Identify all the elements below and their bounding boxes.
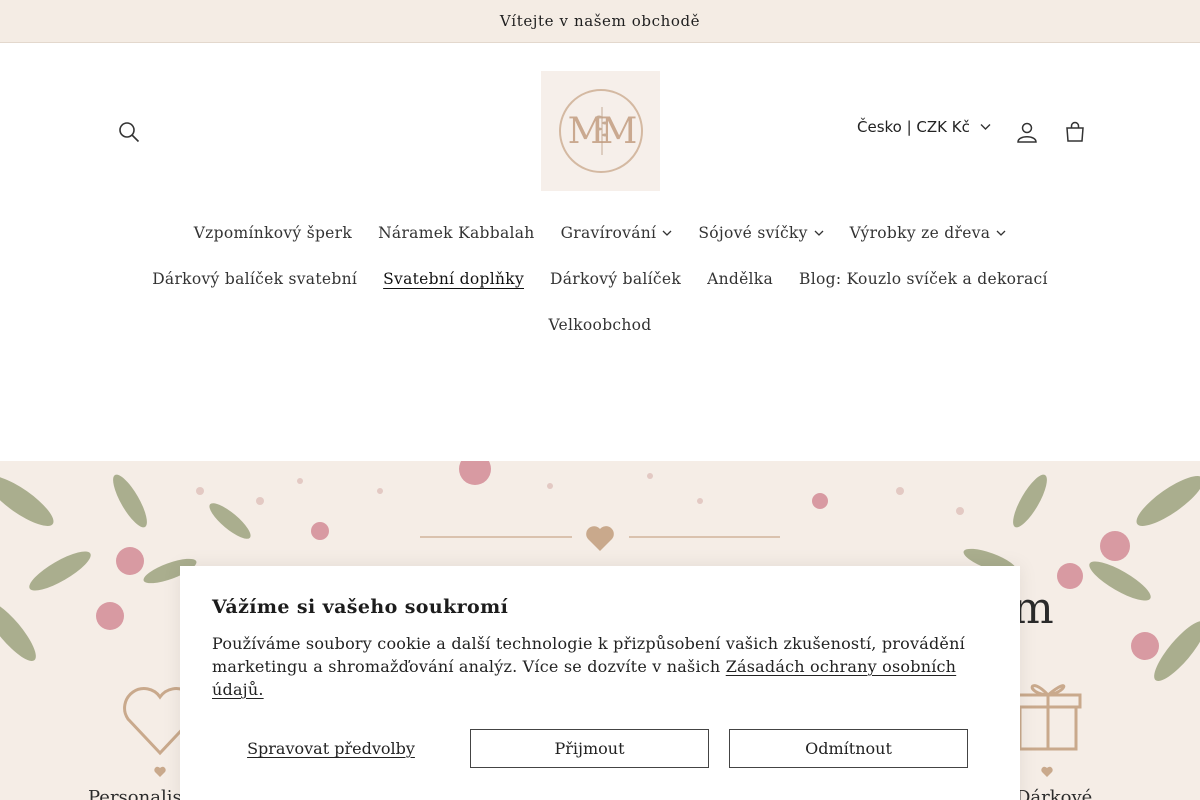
search-icon: [119, 122, 140, 143]
nav-row-1: Vzpomínkový šperk Náramek Kabbalah Graví…: [0, 210, 1200, 256]
cookie-banner: Vážíme si vašeho soukromí Používáme soub…: [180, 566, 1020, 800]
nav-label: Svatební doplňky: [383, 270, 524, 288]
nav-item-velkoobchod[interactable]: Velkoobchod: [535, 316, 664, 334]
nav-label: Náramek Kabbalah: [378, 224, 535, 242]
nav-item-blog[interactable]: Blog: Kouzlo svíček a dekorací: [786, 270, 1061, 288]
nav-label: Gravírování: [560, 224, 657, 242]
gift-icon: [1014, 684, 1082, 751]
nav-item-gravirovani[interactable]: Gravírování: [548, 224, 686, 242]
nav-label: Sójové svíčky: [698, 224, 808, 242]
cookie-actions: Spravovat předvolby Přijmout Odmítnout: [212, 729, 968, 768]
locale-selector[interactable]: Česko | CZK Kč: [857, 118, 991, 136]
user-icon: [1017, 122, 1037, 143]
main-nav: Vzpomínkový šperk Náramek Kabbalah Graví…: [0, 210, 1200, 348]
account-button[interactable]: [1012, 117, 1042, 147]
chevron-down-icon: [996, 230, 1006, 236]
leaf-icon: [595, 107, 608, 155]
nav-item-naramek-kabbalah[interactable]: Náramek Kabbalah: [365, 224, 548, 242]
chevron-down-icon: [662, 230, 672, 236]
announcement-bar: Vítejte v našem obchodě: [0, 0, 1200, 43]
nav-label: Andělka: [707, 270, 774, 288]
cookie-title: Vážíme si vašeho soukromí: [212, 596, 509, 618]
nav-label: Velkoobchod: [548, 316, 652, 334]
nav-label: Výrobky ze dřeva: [849, 224, 991, 242]
nav-item-vyrobky-ze-dreva[interactable]: Výrobky ze dřeva: [837, 224, 1020, 242]
logo-emblem: MM: [558, 89, 643, 173]
nav-item-sojove-svicky[interactable]: Sójové svíčky: [685, 224, 836, 242]
chevron-down-icon: [980, 124, 991, 130]
left-feature-label: Personalis: [88, 787, 182, 800]
cart-icon: [1066, 121, 1084, 142]
nav-row-2: Dárkový balíček svatební Svatební doplňk…: [0, 256, 1200, 302]
nav-label: Vzpomínkový šperk: [193, 224, 353, 242]
nav-row-3: Velkoobchod: [0, 302, 1200, 348]
nav-item-vzpominkovy-sperk[interactable]: Vzpomínkový šperk: [181, 224, 365, 242]
chevron-down-icon: [814, 230, 824, 236]
announcement-text: Vítejte v našem obchodě: [499, 12, 701, 30]
logo[interactable]: MM: [541, 71, 660, 191]
nav-item-darkovy-balicek[interactable]: Dárkový balíček: [537, 270, 694, 288]
nav-item-svatebni-doplnky[interactable]: Svatební doplňky: [370, 270, 537, 288]
manage-preferences-link[interactable]: Spravovat předvolby: [212, 729, 450, 768]
locale-label: Česko | CZK Kč: [857, 118, 970, 136]
nav-item-andelka[interactable]: Andělka: [694, 270, 786, 288]
decline-button[interactable]: Odmítnout: [729, 729, 968, 768]
nav-label: Dárkový balíček svatební: [152, 270, 358, 288]
heart-icon: [586, 526, 614, 551]
right-feature-label: Dárkové: [1016, 787, 1092, 800]
nav-item-darkovy-balicek-svatebni[interactable]: Dárkový balíček svatební: [139, 270, 370, 288]
cookie-text: Používáme soubory cookie a další technol…: [212, 632, 988, 701]
nav-label: Dárkový balíček: [550, 270, 682, 288]
site-header: MM Česko | CZK Kč: [0, 43, 1200, 219]
accept-button[interactable]: Přijmout: [470, 729, 709, 768]
search-button[interactable]: [114, 117, 144, 147]
nav-label: Blog: Kouzlo svíček a dekorací: [799, 270, 1048, 288]
small-blossoms: [196, 473, 964, 515]
cart-button[interactable]: [1060, 117, 1090, 147]
